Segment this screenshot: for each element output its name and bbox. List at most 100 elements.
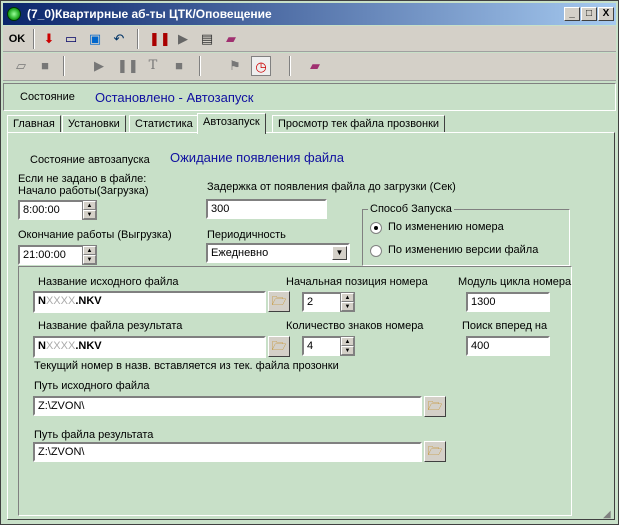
- start-position-spinner[interactable]: ▲ ▼: [340, 292, 355, 312]
- status-label: Состояние: [20, 91, 75, 103]
- toolbar-separator: [137, 29, 139, 49]
- window-title: (7_0)Квартирные аб-ты ЦТК/Оповещение: [27, 7, 272, 21]
- result-path-input[interactable]: Z:\ZVON\: [33, 442, 422, 462]
- result-name-input[interactable]: NXXXX.NKV: [33, 336, 266, 358]
- start-position-label: Начальная позиция номера: [286, 276, 428, 288]
- start-time-spinner[interactable]: ▲ ▼: [82, 200, 97, 220]
- clock-icon[interactable]: ◷: [251, 56, 271, 76]
- play-icon[interactable]: ▶: [89, 56, 109, 76]
- period-select[interactable]: Ежедневно ▼: [206, 243, 350, 263]
- toolbar-separator: [199, 56, 201, 76]
- mode-version-label[interactable]: По изменению версии файла: [388, 244, 538, 256]
- autostart-panel: Состояние автозапуска Ожидание появления…: [7, 132, 615, 520]
- spin-up-icon[interactable]: ▲: [83, 201, 96, 210]
- source-path-label: Путь исходного файла: [34, 380, 150, 392]
- folder-open-icon[interactable]: 🗁: [268, 336, 290, 357]
- resize-grip[interactable]: ◢: [603, 509, 615, 521]
- mode-number-label[interactable]: По изменению номера: [388, 221, 504, 233]
- search-ahead-label: Поиск вперед на: [462, 320, 548, 332]
- spin-up-icon[interactable]: ▲: [341, 337, 354, 346]
- text-icon[interactable]: T: [143, 56, 163, 76]
- mode-version-radio[interactable]: [370, 245, 382, 257]
- status-value: Остановлено - Автозапуск: [95, 90, 254, 105]
- book-icon[interactable]: ▰: [305, 56, 325, 76]
- chevron-down-icon[interactable]: ▼: [332, 246, 347, 260]
- source-name-placeholder: XXXX: [45, 295, 76, 307]
- tab-autostart[interactable]: Автозапуск: [197, 113, 266, 134]
- book-icon[interactable]: ▰: [221, 29, 241, 49]
- cycle-input[interactable]: 1300: [466, 292, 550, 312]
- flag-icon[interactable]: ⚑: [225, 56, 245, 76]
- toolbar-main: OK ⬇ ▭ ▣ ↶ ❚❚ ▶ ▤ ▰: [3, 26, 616, 52]
- end-time-label: Окончание работы (Выгрузка): [18, 229, 172, 241]
- result-name-label: Название файла результата: [38, 320, 183, 332]
- result-name-placeholder: XXXX: [45, 340, 76, 352]
- toolbar-separator: [63, 56, 65, 76]
- spin-down-icon[interactable]: ▼: [83, 255, 96, 264]
- source-name-prefix: N: [38, 295, 46, 307]
- spin-up-icon[interactable]: ▲: [83, 246, 96, 255]
- start-mode-title: Способ Запуска: [368, 203, 454, 215]
- digits-spinner[interactable]: ▲ ▼: [340, 336, 355, 356]
- start-position-input[interactable]: 2: [302, 292, 342, 312]
- number-note: Текущий номер в назв. вставляется из тек…: [34, 360, 339, 372]
- frame-icon[interactable]: ▣: [85, 29, 105, 49]
- result-name-prefix: N: [38, 340, 46, 352]
- ok-button[interactable]: OK: [7, 29, 27, 49]
- if-not-set-label: Если не задано в файле:: [18, 173, 147, 185]
- source-name-input[interactable]: NXXXX.NKV: [33, 291, 266, 313]
- source-path-input[interactable]: Z:\ZVON\: [33, 396, 422, 416]
- digits-label: Количество знаков номера: [286, 320, 424, 332]
- notes-icon[interactable]: ▤: [197, 29, 217, 49]
- app-icon: [7, 7, 21, 21]
- start-time-label: Начало работы(Загрузка): [18, 185, 149, 197]
- period-label: Периодичность: [207, 229, 286, 241]
- pause-icon[interactable]: ❚❚: [117, 56, 139, 76]
- folder-open-icon[interactable]: 🗁: [268, 291, 290, 312]
- download-icon[interactable]: ⬇: [39, 29, 59, 49]
- stop-icon[interactable]: ■: [169, 56, 189, 76]
- open-folder-icon[interactable]: ▱: [11, 56, 31, 76]
- tab-settings[interactable]: Установки: [62, 115, 126, 133]
- result-path-label: Путь файла результата: [34, 429, 154, 441]
- delay-label: Задержка от появления файла до загрузки …: [207, 181, 456, 193]
- search-ahead-input[interactable]: 400: [466, 336, 550, 356]
- cycle-label: Модуль цикла номера: [458, 276, 572, 288]
- undo-icon[interactable]: ↶: [109, 29, 129, 49]
- maximize-button[interactable]: □: [581, 7, 597, 21]
- end-time-input[interactable]: 21:00:00: [18, 245, 86, 265]
- source-name-suffix: .NKV: [75, 295, 102, 307]
- spin-down-icon[interactable]: ▼: [83, 210, 96, 219]
- toolbar-separator: [33, 29, 35, 49]
- title-bar[interactable]: (7_0)Квартирные аб-ты ЦТК/Оповещение _ □…: [3, 3, 616, 25]
- window-icon[interactable]: ▭: [61, 29, 81, 49]
- folder-open-icon[interactable]: 🗁: [424, 396, 446, 417]
- result-name-suffix: .NKV: [75, 340, 102, 352]
- toolbar-player: ▱ ■ ▶ ❚❚ T ■ ⚑ ◷ ▰: [3, 53, 616, 81]
- end-time-spinner[interactable]: ▲ ▼: [82, 245, 97, 265]
- start-time-input[interactable]: 8:00:00: [18, 200, 86, 220]
- spin-down-icon[interactable]: ▼: [341, 346, 354, 355]
- play-icon[interactable]: ▶: [173, 29, 193, 49]
- pause-icon[interactable]: ❚❚: [149, 29, 171, 49]
- autostart-state-value: Ожидание появления файла: [170, 150, 344, 165]
- minimize-button[interactable]: _: [564, 7, 580, 21]
- source-name-label: Название исходного файла: [38, 276, 179, 288]
- close-button[interactable]: X: [598, 7, 614, 21]
- tab-view-file[interactable]: Просмотр тек файла прозвонки: [272, 115, 446, 133]
- start-mode-group: [362, 209, 570, 266]
- autostart-state-label: Состояние автозапуска: [30, 154, 150, 166]
- toolbar-separator: [289, 56, 291, 76]
- mode-number-radio[interactable]: [370, 222, 382, 234]
- spin-up-icon[interactable]: ▲: [341, 293, 354, 302]
- folder-open-icon[interactable]: 🗁: [424, 441, 446, 462]
- digits-input[interactable]: 4: [302, 336, 342, 356]
- main-window: (7_0)Квартирные аб-ты ЦТК/Оповещение _ □…: [0, 0, 619, 525]
- stop-icon[interactable]: ■: [35, 56, 55, 76]
- delay-input[interactable]: 300: [206, 199, 327, 219]
- tab-statistics[interactable]: Статистика: [129, 115, 199, 133]
- period-select-value: Ежедневно: [211, 247, 269, 259]
- status-row: Состояние Остановлено - Автозапуск: [3, 83, 616, 111]
- tab-main[interactable]: Главная: [7, 115, 61, 133]
- spin-down-icon[interactable]: ▼: [341, 302, 354, 311]
